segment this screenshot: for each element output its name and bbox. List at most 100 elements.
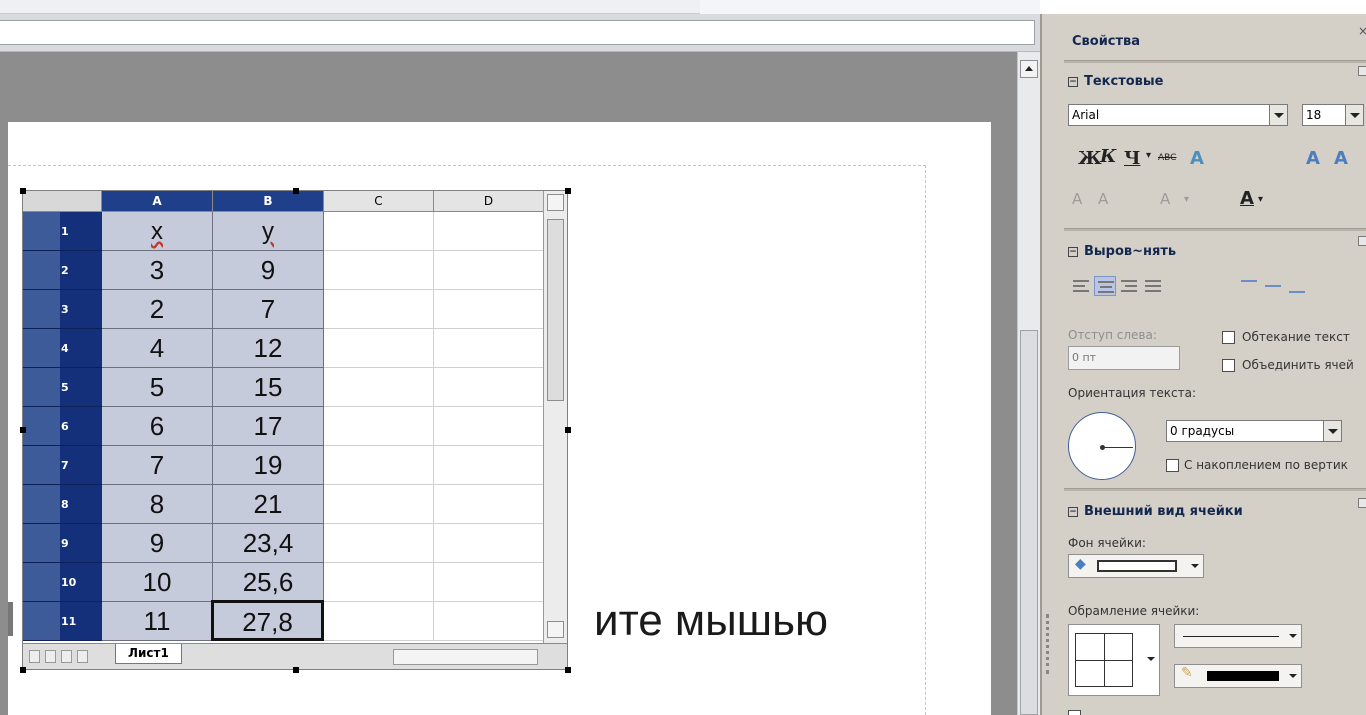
font-color-dropdown-icon[interactable]: ▾ [1258, 194, 1263, 205]
align-middle-icon[interactable] [1262, 276, 1284, 296]
cell-c6[interactable] [324, 407, 434, 446]
next-sheet-icon[interactable] [61, 650, 72, 663]
cell-d5[interactable] [434, 368, 543, 407]
orientation-dial[interactable] [1068, 412, 1136, 480]
first-sheet-icon[interactable] [29, 650, 40, 663]
shadow-icon[interactable]: A [1190, 148, 1204, 169]
align-left-icon[interactable] [1070, 276, 1092, 296]
prev-sheet-icon[interactable] [45, 650, 56, 663]
embedded-spreadsheet[interactable]: A B C D 1 x y 2 3 9 3 2 7 4 4 12 5 5 15 … [20, 188, 571, 673]
cell-d10[interactable] [434, 563, 543, 602]
resize-handle[interactable] [565, 188, 571, 194]
cell-a6[interactable]: 6 [102, 407, 213, 446]
column-header-c[interactable]: C [324, 191, 434, 212]
cell-b3[interactable]: 7 [213, 290, 324, 329]
cell-b5[interactable]: 15 [213, 368, 324, 407]
row-header[interactable]: 5 [23, 368, 102, 407]
cell-d9[interactable] [434, 524, 543, 563]
cell-d7[interactable] [434, 446, 543, 485]
strikethrough-button[interactable]: ABC [1158, 153, 1176, 163]
font-color-icon[interactable]: A [1240, 188, 1254, 209]
chevron-down-icon[interactable] [1269, 105, 1287, 125]
cell-d8[interactable] [434, 485, 543, 524]
main-vertical-scrollbar[interactable] [1017, 52, 1040, 715]
placeholder-text[interactable]: ите мышью [594, 596, 828, 646]
sheet-tab[interactable]: Лист1 [115, 644, 182, 664]
row-header[interactable]: 9 [23, 524, 102, 563]
cell-a2[interactable]: 3 [102, 251, 213, 290]
italic-button[interactable]: К [1100, 146, 1116, 167]
cell-c10[interactable] [324, 563, 434, 602]
sheet-scroll-down-button[interactable] [547, 621, 564, 638]
align-justify-icon[interactable] [1142, 276, 1164, 296]
resize-handle[interactable] [293, 667, 299, 673]
cell-a1[interactable]: x [102, 212, 213, 251]
select-all-corner[interactable] [23, 191, 102, 212]
cell-c5[interactable] [324, 368, 434, 407]
more-options-icon[interactable] [1358, 236, 1366, 246]
underline-button[interactable]: Ч [1124, 148, 1140, 169]
align-bottom-icon[interactable] [1286, 276, 1308, 296]
cell-a7[interactable]: 7 [102, 446, 213, 485]
cell-b7[interactable]: 19 [213, 446, 324, 485]
cell-a10[interactable]: 10 [102, 563, 213, 602]
cell-a8[interactable]: 8 [102, 485, 213, 524]
sheet-horizontal-scrollbar[interactable] [393, 649, 538, 665]
cell-b6[interactable]: 17 [213, 407, 324, 446]
row-header[interactable]: 8 [23, 485, 102, 524]
cell-c2[interactable] [324, 251, 434, 290]
resize-handle[interactable] [565, 427, 571, 433]
cell-c8[interactable] [324, 485, 434, 524]
cell-c11[interactable] [324, 602, 434, 641]
merge-cells-checkbox[interactable] [1222, 359, 1235, 372]
row-header[interactable]: 6 [23, 407, 102, 446]
chevron-down-icon[interactable] [1345, 105, 1363, 125]
align-right-icon[interactable] [1118, 276, 1140, 296]
cell-b10[interactable]: 25,6 [213, 563, 324, 602]
resize-handle[interactable] [565, 667, 571, 673]
cell-c7[interactable] [324, 446, 434, 485]
resize-handle[interactable] [20, 188, 26, 194]
column-header-a[interactable]: A [102, 191, 213, 212]
border-style-dropdown[interactable] [1068, 624, 1160, 696]
cell-b1[interactable]: y [213, 212, 324, 251]
cell-d4[interactable] [434, 329, 543, 368]
more-options-icon[interactable] [1358, 498, 1366, 508]
cell-a9[interactable]: 9 [102, 524, 213, 563]
cell-c1[interactable] [324, 212, 434, 251]
line-color-dropdown[interactable]: ✎ [1174, 664, 1302, 688]
scroll-up-button[interactable] [1020, 60, 1038, 78]
shrink-font-icon[interactable]: A [1334, 148, 1348, 169]
cell-a4[interactable]: 4 [102, 329, 213, 368]
bold-button[interactable]: Ж [1078, 148, 1102, 169]
align-center-icon[interactable] [1094, 276, 1116, 296]
wrap-text-checkbox[interactable] [1222, 331, 1235, 344]
align-panel-header[interactable]: − Выров~нять [1068, 244, 1176, 259]
row-header[interactable]: 10 [23, 563, 102, 602]
cell-c9[interactable] [324, 524, 434, 563]
sheet-scroll-up-button[interactable] [547, 194, 564, 211]
cell-c3[interactable] [324, 290, 434, 329]
input-line[interactable] [0, 20, 1035, 45]
sheet-vertical-scrollbar[interactable] [543, 191, 567, 643]
row-header[interactable]: 3 [23, 290, 102, 329]
font-name-combo[interactable]: Arial [1068, 104, 1288, 126]
cell-d6[interactable] [434, 407, 543, 446]
resize-handle[interactable] [293, 188, 299, 194]
row-header[interactable]: 2 [23, 251, 102, 290]
cell-d2[interactable] [434, 251, 543, 290]
cell-b9[interactable]: 23,4 [213, 524, 324, 563]
indent-spinner[interactable]: 0 пт [1068, 346, 1180, 370]
cell-d1[interactable] [434, 212, 543, 251]
column-header-b[interactable]: B [213, 191, 324, 212]
cell-c4[interactable] [324, 329, 434, 368]
stack-vertical-checkbox[interactable] [1166, 459, 1179, 472]
scroll-thumb[interactable] [1020, 330, 1038, 715]
close-icon[interactable]: × [1358, 24, 1366, 38]
cell-b2[interactable]: 9 [213, 251, 324, 290]
cell-d3[interactable] [434, 290, 543, 329]
cell-a11[interactable]: 11 [102, 602, 213, 641]
cell-b8[interactable]: 21 [213, 485, 324, 524]
resize-handle[interactable] [20, 667, 26, 673]
sidebar-grip[interactable] [1046, 614, 1049, 674]
